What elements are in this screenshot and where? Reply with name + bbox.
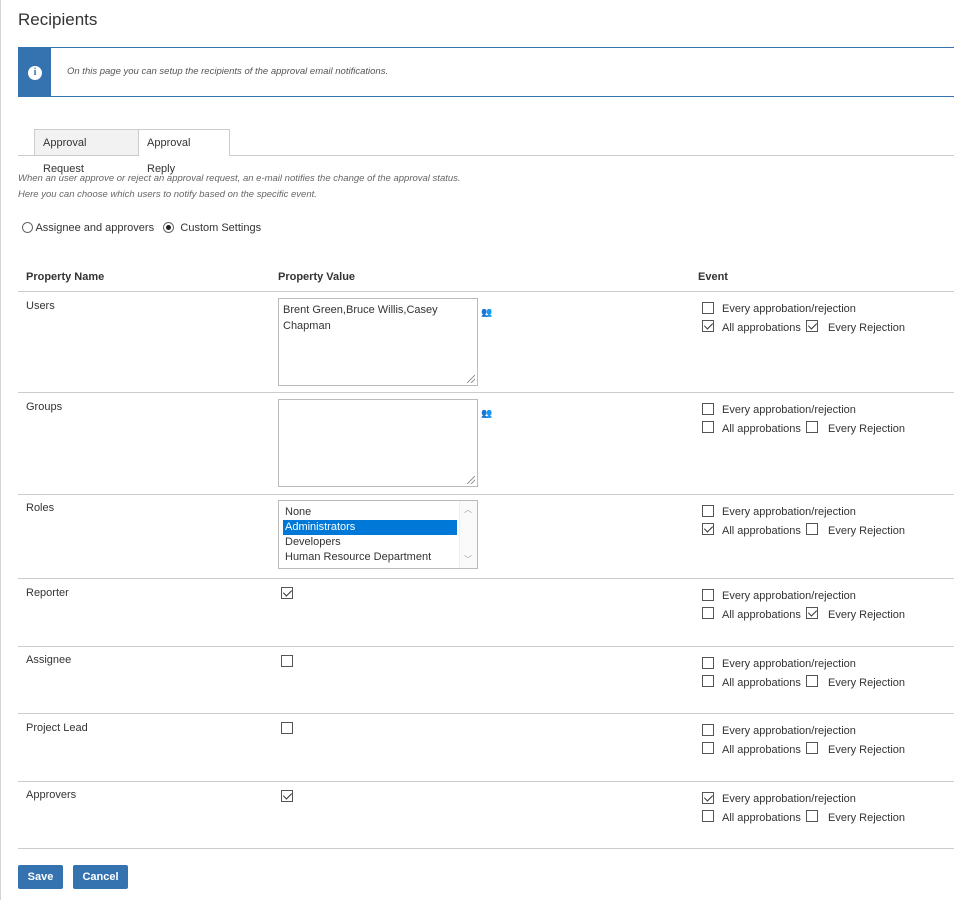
event-every-label: Every approbation/rejection — [722, 725, 856, 737]
event-every-checkbox[interactable] — [702, 657, 714, 669]
row-divider — [18, 578, 954, 579]
event-all-label: All approbations — [722, 677, 801, 689]
event-every-checkbox[interactable] — [702, 505, 714, 517]
approvers-checkbox[interactable] — [281, 790, 293, 802]
row-divider — [18, 713, 954, 714]
group-picker-icon[interactable]: 👥 — [481, 408, 495, 418]
property-approvers: Approvers — [26, 789, 77, 801]
roles-option-selected[interactable]: Administrators — [283, 520, 457, 535]
event-all-checkbox[interactable] — [702, 523, 714, 535]
event-rejection-checkbox[interactable] — [806, 810, 818, 822]
resize-handle-icon[interactable] — [467, 476, 475, 484]
event-rejection-label: Every Rejection — [828, 677, 906, 689]
property-roles: Roles — [26, 502, 55, 514]
row-divider — [18, 494, 954, 495]
description-line-2: Here you can choose which users to notif… — [18, 189, 317, 200]
info-message: i On this page you can setup the recipie… — [18, 47, 954, 97]
tab-bar: Approval Request Approval Reply — [18, 128, 954, 175]
event-all-label: All approbations — [722, 525, 801, 537]
description-line-1: When an user approve or reject an approv… — [18, 173, 461, 184]
cancel-button[interactable]: Cancel — [73, 865, 128, 889]
tab-approval-request[interactable]: Approval Request — [34, 129, 139, 175]
scroll-up-icon[interactable]: ︿ — [464, 504, 472, 515]
event-every-label: Every approbation/rejection — [722, 658, 856, 670]
event-every-label: Every approbation/rejection — [722, 404, 856, 416]
row-divider — [18, 291, 954, 292]
users-value-line-2: Chapman — [283, 320, 331, 332]
row-divider — [18, 781, 954, 782]
property-users: Users — [26, 300, 55, 312]
event-all-label: All approbations — [722, 609, 801, 621]
event-every-label: Every approbation/rejection — [722, 793, 856, 805]
radio-assignee-approvers[interactable] — [22, 222, 33, 233]
row-divider — [18, 848, 954, 849]
header-property-value: Property Value — [278, 271, 356, 283]
event-all-checkbox[interactable] — [702, 320, 714, 332]
project-lead-checkbox[interactable] — [281, 722, 293, 734]
left-border — [0, 0, 1, 900]
users-value-line-1: Brent Green,Bruce Willis,Casey — [283, 304, 438, 316]
property-assignee: Assignee — [26, 654, 72, 666]
event-every-checkbox[interactable] — [702, 724, 714, 736]
event-rejection-label: Every Rejection — [828, 744, 906, 756]
info-icon: i — [28, 66, 42, 80]
reporter-checkbox[interactable] — [281, 587, 293, 599]
event-all-label: All approbations — [722, 812, 801, 824]
event-every-label: Every approbation/rejection — [722, 590, 856, 602]
property-reporter: Reporter — [26, 587, 69, 599]
event-every-checkbox[interactable] — [702, 792, 714, 804]
page-title: Recipients — [18, 10, 98, 29]
roles-listbox[interactable]: None Administrators Developers Human Res… — [278, 500, 478, 569]
resize-handle-icon[interactable] — [467, 375, 475, 383]
roles-scrollbar[interactable]: ︿ ﹀ — [459, 501, 477, 568]
event-every-label: Every approbation/rejection — [722, 506, 856, 518]
event-rejection-label: Every Rejection — [828, 525, 906, 537]
event-rejection-checkbox[interactable] — [806, 675, 818, 687]
event-every-label: Every approbation/rejection — [722, 303, 856, 315]
event-all-checkbox[interactable] — [702, 421, 714, 433]
event-rejection-checkbox[interactable] — [806, 607, 818, 619]
roles-option[interactable]: None — [283, 505, 457, 520]
info-sidebar: i — [19, 48, 51, 96]
roles-option[interactable]: Human Resource Department — [283, 550, 457, 565]
event-every-checkbox[interactable] — [702, 403, 714, 415]
users-textarea[interactable]: Brent Green,Bruce Willis,Casey Chapman — [278, 298, 478, 386]
radio-custom-settings[interactable] — [163, 222, 175, 233]
event-all-checkbox[interactable] — [702, 810, 714, 822]
event-rejection-label: Every Rejection — [828, 423, 906, 435]
tab-approval-reply[interactable]: Approval Reply — [138, 129, 230, 175]
radio-label-assignee-approvers: Assignee and approvers — [35, 222, 155, 234]
mode-selector: Assignee and approvers Custom Settings — [22, 222, 261, 234]
event-all-checkbox[interactable] — [702, 742, 714, 754]
event-all-checkbox[interactable] — [702, 607, 714, 619]
event-every-checkbox[interactable] — [702, 589, 714, 601]
row-divider — [18, 646, 954, 647]
event-rejection-checkbox[interactable] — [806, 421, 818, 433]
event-all-label: All approbations — [722, 322, 801, 334]
event-rejection-label: Every Rejection — [828, 609, 906, 621]
property-project-lead: Project Lead — [26, 722, 88, 734]
event-rejection-checkbox[interactable] — [806, 523, 818, 535]
groups-textarea[interactable] — [278, 399, 478, 487]
event-rejection-checkbox[interactable] — [806, 320, 818, 332]
event-rejection-label: Every Rejection — [828, 322, 906, 334]
header-event: Event — [698, 271, 728, 283]
event-rejection-label: Every Rejection — [828, 812, 906, 824]
radio-label-custom-settings: Custom Settings — [180, 222, 262, 234]
row-divider — [18, 392, 954, 393]
save-button[interactable]: Save — [18, 865, 63, 889]
event-rejection-checkbox[interactable] — [806, 742, 818, 754]
event-all-checkbox[interactable] — [702, 675, 714, 687]
property-groups: Groups — [26, 401, 63, 413]
event-all-label: All approbations — [722, 744, 801, 756]
user-picker-icon[interactable]: 👥 — [481, 307, 495, 317]
event-all-label: All approbations — [722, 423, 801, 435]
roles-option[interactable]: Developers — [283, 535, 457, 550]
header-property-name: Property Name — [26, 271, 105, 283]
event-every-checkbox[interactable] — [702, 302, 714, 314]
assignee-checkbox[interactable] — [281, 655, 293, 667]
scroll-down-icon[interactable]: ﹀ — [464, 554, 472, 565]
info-text: On this page you can setup the recipient… — [67, 66, 389, 77]
